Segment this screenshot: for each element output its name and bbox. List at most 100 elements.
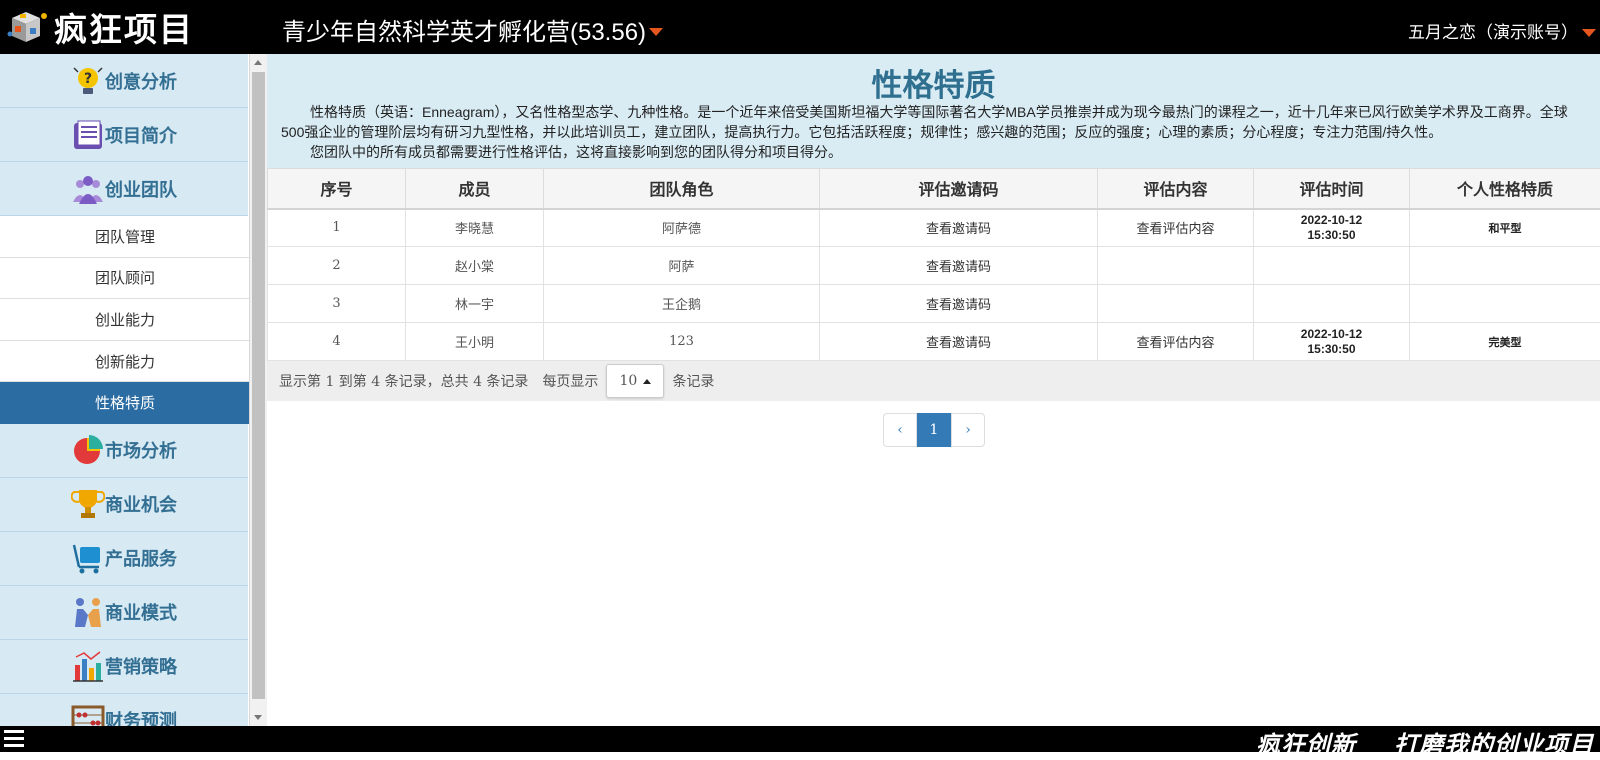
cell-trait: 和平型 — [1410, 209, 1600, 247]
slogan: 疯狂创新打磨我的创业项目 — [1256, 725, 1594, 760]
cell-role: 王企鹅 — [544, 285, 820, 323]
cell-clock: 15:30:50 — [1307, 342, 1355, 356]
sidebar-subitem-startup-ability[interactable]: 创业能力 — [0, 299, 249, 341]
sidebar-item-financial-forecast[interactable]: 财务预测 — [0, 694, 248, 726]
sidebar-subitem-personality[interactable]: 性格特质 — [0, 382, 249, 424]
column-header-content[interactable]: 评估内容 — [1098, 169, 1254, 209]
svg-text:?: ? — [84, 71, 92, 87]
project-selector[interactable]: 青少年自然科学英才孵化营(53.56) — [282, 12, 663, 47]
sidebar-item-marketing-strategy[interactable]: 营销策略 — [0, 640, 248, 694]
table-row: 3 林一宇 王企鹅 查看邀请码 — [268, 285, 1600, 323]
note-text: 您团队中的所有成员都需要进行性格评估，这将直接影响到您的团队得分和项目得分。 — [281, 142, 1586, 162]
records-summary: 显示第 1 到第 4 条记录，总共 4 条记录 — [279, 371, 528, 391]
cell-content — [1098, 247, 1254, 285]
document-icon — [71, 118, 105, 152]
cell-time — [1254, 285, 1410, 323]
view-assessment-link[interactable]: 查看评估内容 — [1098, 209, 1254, 247]
page-size-select[interactable]: 10 — [606, 364, 664, 398]
cell-trait — [1410, 285, 1600, 323]
pagination: ‹ 1 › — [883, 413, 985, 447]
sidebar-subitem-team-management[interactable]: 团队管理 — [0, 216, 249, 258]
abacus-icon — [71, 703, 105, 726]
handshake-icon — [71, 595, 105, 629]
cell-role: 123 — [544, 323, 820, 361]
column-header-member[interactable]: 成员 — [406, 169, 544, 209]
view-invite-code-link[interactable]: 查看邀请码 — [820, 323, 1098, 361]
sidebar-item-label: 市场分析 — [105, 437, 177, 463]
cell-no: 3 — [268, 285, 406, 323]
pagination-info: 显示第 1 到第 4 条记录，总共 4 条记录 每页显示 10 条记录 — [267, 361, 1600, 401]
column-header-time[interactable]: 评估时间 — [1254, 169, 1410, 209]
hamburger-menu-icon[interactable] — [4, 730, 24, 748]
description-text: 性格特质（英语：Enneagram），又名性格型态学、九种性格。是一个近年来倍受… — [281, 102, 1586, 142]
sidebar-item-business-model[interactable]: 商业模式 — [0, 586, 248, 640]
caret-down-icon — [649, 28, 663, 36]
sidebar-subitem-team-advisor[interactable]: 团队顾问 — [0, 258, 249, 300]
view-assessment-link[interactable]: 查看评估内容 — [1098, 323, 1254, 361]
caret-up-icon — [643, 379, 651, 384]
slogan-part-1: 疯狂创新 — [1256, 731, 1356, 759]
sidebar-item-label: 产品服务 — [105, 545, 177, 571]
logo[interactable]: 疯狂项目 — [6, 6, 194, 48]
sidebar-item-startup-team[interactable]: 创业团队 — [0, 162, 248, 216]
view-invite-code-link[interactable]: 查看邀请码 — [820, 247, 1098, 285]
logo-text: 疯狂项目 — [54, 3, 194, 51]
project-title: 青少年自然科学英才孵化营(53.56) — [282, 12, 646, 47]
bottom-bar: 疯狂创新打磨我的创业项目 — [0, 726, 1600, 752]
column-header-role[interactable]: 团队角色 — [544, 169, 820, 209]
table-header-row: 序号 成员 团队角色 评估邀请码 评估内容 评估时间 个人性格特质 — [268, 169, 1600, 209]
view-invite-code-link[interactable]: 查看邀请码 — [820, 285, 1098, 323]
cell-time: 2022-10-1215:30:50 — [1254, 209, 1410, 247]
view-invite-code-link[interactable]: 查看邀请码 — [820, 209, 1098, 247]
per-page-suffix: 条记录 — [672, 371, 714, 391]
sidebar-item-creative-analysis[interactable]: ? 创意分析 — [0, 54, 248, 108]
sidebar-item-business-opportunity[interactable]: 商业机会 — [0, 478, 248, 532]
sidebar-item-label: 商业模式 — [105, 599, 177, 625]
scroll-down-arrow-icon[interactable] — [254, 715, 262, 720]
scroll-up-arrow-icon[interactable] — [254, 60, 262, 65]
user-menu[interactable]: 五月之恋（演示账号） — [1408, 18, 1596, 43]
scrollbar-thumb[interactable] — [252, 72, 265, 699]
per-page-prefix: 每页显示 — [542, 371, 598, 391]
page-size-value: 10 — [620, 373, 638, 389]
main-content: 性格特质 性格特质（英语：Enneagram），又名性格型态学、九种性格。是一个… — [267, 54, 1600, 726]
page-button-1[interactable]: 1 — [917, 413, 951, 447]
cell-member: 王小明 — [406, 323, 544, 361]
cell-clock: 15:30:50 — [1307, 228, 1355, 242]
sidebar-subitem-innovation-ability[interactable]: 创新能力 — [0, 341, 249, 383]
cell-member: 林一宇 — [406, 285, 544, 323]
column-header-no[interactable]: 序号 — [268, 169, 406, 209]
page-title: 性格特质 — [281, 54, 1586, 102]
column-header-trait[interactable]: 个人性格特质 — [1410, 169, 1600, 209]
cell-member: 李晓慧 — [406, 209, 544, 247]
table-row: 1 李晓慧 阿萨德 查看邀请码 查看评估内容 2022-10-1215:30:5… — [268, 209, 1600, 247]
sidebar: ? 创意分析 项目简介 — [0, 54, 250, 726]
sidebar-scrollbar[interactable] — [250, 54, 267, 726]
cell-date: 2022-10-12 — [1301, 213, 1362, 227]
sidebar-item-project-intro[interactable]: 项目简介 — [0, 108, 248, 162]
sidebar-item-label: 商业机会 — [105, 491, 177, 517]
sidebar-item-label: 创意分析 — [105, 68, 177, 94]
cell-content — [1098, 285, 1254, 323]
prev-page-button[interactable]: ‹ — [883, 413, 917, 447]
sidebar-item-market-analysis[interactable]: 市场分析 — [0, 424, 248, 478]
table-row: 2 赵小棠 阿萨 查看邀请码 — [268, 247, 1600, 285]
sidebar-item-product-service[interactable]: 产品服务 — [0, 532, 248, 586]
sidebar-item-label: 营销策略 — [105, 653, 177, 679]
trophy-icon — [71, 487, 105, 521]
sidebar-item-label: 项目简介 — [105, 122, 177, 148]
pie-chart-icon — [71, 433, 105, 467]
sidebar-item-label: 创业团队 — [105, 176, 177, 202]
sidebar-item-label: 财务预测 — [105, 707, 177, 726]
cell-time: 2022-10-1215:30:50 — [1254, 323, 1410, 361]
cell-trait: 完美型 — [1410, 323, 1600, 361]
team-people-icon — [71, 172, 105, 206]
next-page-button[interactable]: › — [951, 413, 985, 447]
cell-no: 2 — [268, 247, 406, 285]
cell-no: 4 — [268, 323, 406, 361]
cell-trait — [1410, 247, 1600, 285]
user-name: 五月之恋（演示账号） — [1408, 18, 1578, 43]
column-header-invite-code[interactable]: 评估邀请码 — [820, 169, 1098, 209]
cell-member: 赵小棠 — [406, 247, 544, 285]
top-bar: 疯狂项目 青少年自然科学英才孵化营(53.56) 五月之恋（演示账号） — [0, 0, 1600, 54]
